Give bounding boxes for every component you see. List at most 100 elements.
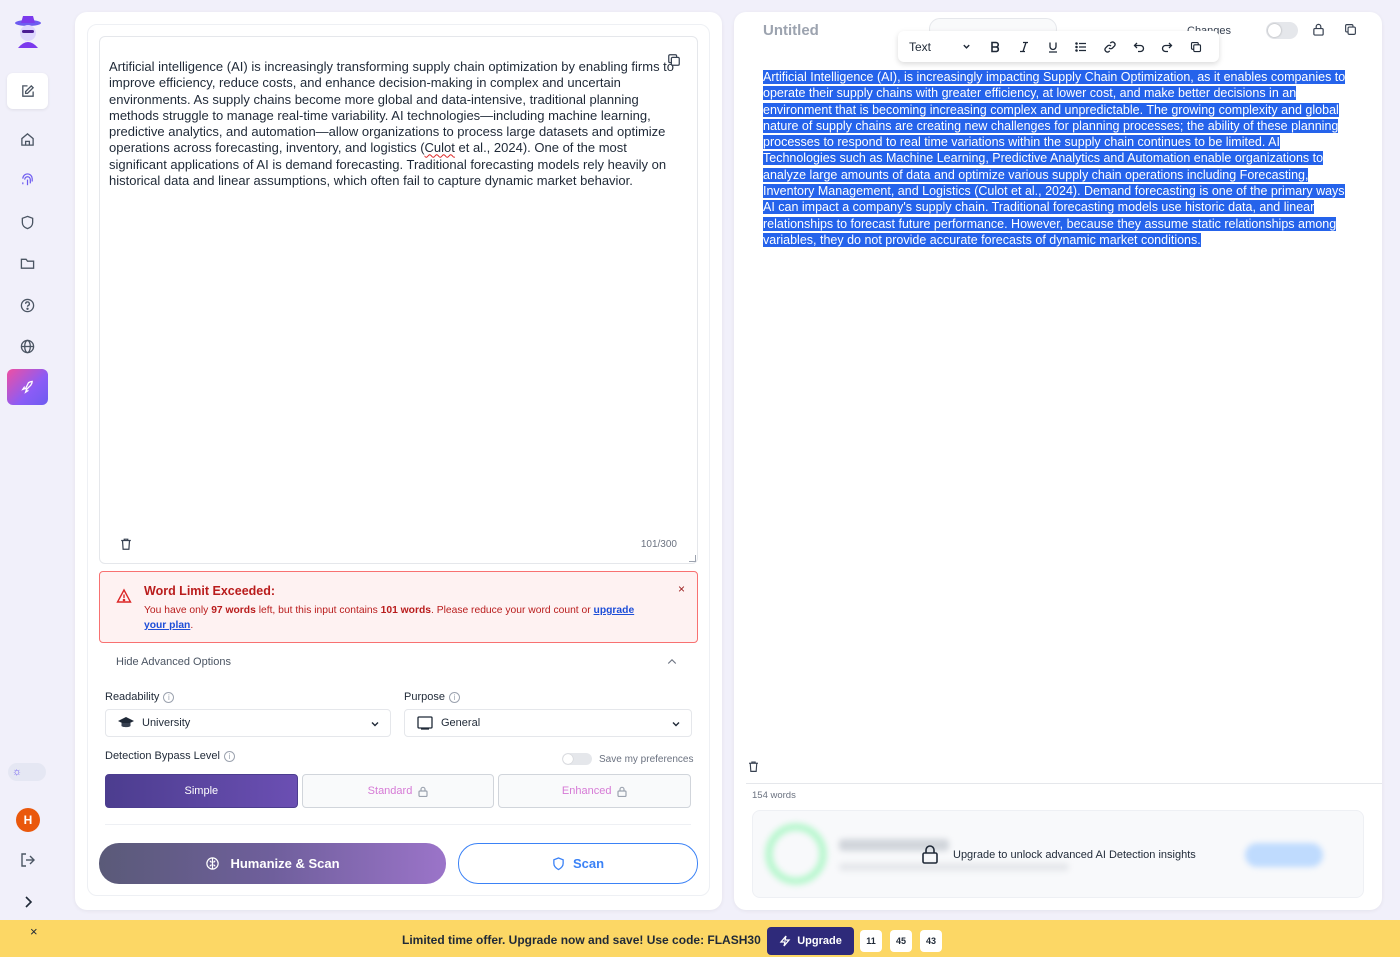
output-text[interactable]: Artificial Intelligence (AI), is increas… [763,69,1355,248]
readability-select[interactable]: University [105,709,391,737]
copy-button[interactable] [1182,41,1211,53]
info-icon[interactable]: i [223,750,235,762]
word-limit-alert: Word Limit Exceeded: You have only 97 wo… [99,571,698,643]
timer-hours: 11 [860,930,882,952]
level-simple-button[interactable]: Simple [105,774,298,808]
promo-banner: × Limited time offer. Upgrade now and sa… [0,920,1400,957]
globe-icon [20,339,35,353]
sidebar-item-folder[interactable] [7,245,48,281]
shield-icon [553,856,564,870]
logout-icon[interactable] [20,852,36,868]
blurred-button [1245,843,1323,867]
upsell-text: Upgrade to unlock advanced AI Detection … [953,849,1196,861]
chevron-down-icon [371,722,379,727]
shield-icon [21,215,34,229]
timer-seconds: 43 [920,930,942,952]
save-preferences-toggle[interactable] [562,753,592,765]
bold-icon [991,41,1000,52]
show-changes-toggle[interactable] [1266,22,1298,39]
undo-button[interactable] [1124,41,1153,53]
scan-button[interactable]: Scan [458,843,698,884]
copy-icon[interactable] [1344,23,1357,36]
italic-icon [1020,41,1029,52]
input-editor[interactable]: Artificial intelligence (AI) is increasi… [99,36,698,564]
italic-button[interactable] [1010,41,1039,53]
alert-message: You have only 97 words left, but this in… [144,605,635,631]
sidebar-item-shield[interactable] [7,204,48,240]
sun-icon: ☼ [12,766,23,778]
level-enhanced-button[interactable]: Enhanced [498,774,692,808]
divider [746,783,1382,784]
humanize-scan-button[interactable]: Humanize & Scan [99,843,446,884]
format-toolbar: Text [898,31,1219,62]
chevron-down-icon [672,722,680,727]
underline-icon [1048,42,1057,53]
rocket-icon [21,380,33,394]
redo-icon [1162,42,1173,52]
sidebar-item-fingerprint[interactable] [7,162,48,198]
list-icon [1075,41,1087,52]
link-button[interactable] [1096,40,1125,53]
chevron-right-icon[interactable] [20,894,36,910]
sidebar-item-globe[interactable] [7,328,48,364]
blurred-score-ring [765,823,827,885]
chevron-up-icon[interactable] [666,656,678,668]
info-icon[interactable]: i [163,691,175,703]
edit-icon [22,84,35,97]
sidebar-item-home[interactable] [7,121,48,157]
trash-icon[interactable] [119,537,133,551]
help-icon [20,298,35,312]
timer-minutes: 45 [890,930,912,952]
info-icon[interactable]: i [448,691,460,703]
theme-toggle[interactable]: ☼ [8,763,46,781]
copy-icon[interactable] [667,53,681,67]
trash-icon[interactable] [747,760,760,773]
bypass-level-label: Detection Bypass Level i [105,750,235,762]
readability-label: Readability i [105,691,175,703]
link-icon [1104,40,1116,53]
underline-button[interactable] [1038,41,1067,53]
close-icon[interactable]: × [678,582,685,596]
word-counter: 101/300 [640,539,677,550]
sidebar-item-edit[interactable] [7,73,48,109]
blurred-placeholder [839,863,1069,871]
purpose-label: Purpose i [404,691,460,703]
divider [105,824,691,825]
book-icon [417,716,433,730]
logo-icon[interactable] [13,14,43,50]
advanced-options-toggle[interactable]: Hide Advanced Options [116,656,231,668]
text-style-select[interactable]: Text [909,40,971,54]
brain-icon [206,857,220,870]
purpose-select[interactable]: General [404,709,692,737]
save-preferences-label: Save my preferences [599,754,694,765]
undo-icon [1133,42,1144,52]
bold-button[interactable] [981,41,1010,53]
output-word-count: 154 words [752,790,796,801]
bypass-level-group: Simple Standard Enhanced [105,774,692,810]
lock-icon[interactable] [1312,23,1325,36]
detection-upsell: Upgrade to unlock advanced AI Detection … [752,810,1364,898]
lock-icon [418,786,428,797]
home-icon [21,132,34,146]
sidebar-item-help[interactable] [7,287,48,323]
folder-icon [20,258,35,269]
lightning-icon [779,935,791,947]
lock-icon [922,845,938,864]
resize-handle[interactable] [689,555,696,562]
document-title[interactable]: Untitled [763,22,819,39]
input-text[interactable]: Artificial intelligence (AI) is increasi… [109,59,686,189]
misspelled-word[interactable]: Culot [425,140,455,155]
sidebar-item-rocket[interactable] [7,369,48,405]
sidebar: ☼ H [0,0,56,920]
bullet-list-button[interactable] [1067,41,1096,53]
upgrade-button[interactable]: Upgrade [767,927,854,955]
lock-icon [617,786,628,797]
promo-text: Limited time offer. Upgrade now and save… [402,933,761,947]
warning-icon [116,588,132,603]
fingerprint-icon [22,172,33,185]
level-standard-button[interactable]: Standard [301,774,495,808]
redo-button[interactable] [1153,41,1182,53]
close-icon[interactable]: × [30,924,38,939]
avatar[interactable]: H [16,808,40,832]
alert-title: Word Limit Exceeded: [144,584,276,598]
